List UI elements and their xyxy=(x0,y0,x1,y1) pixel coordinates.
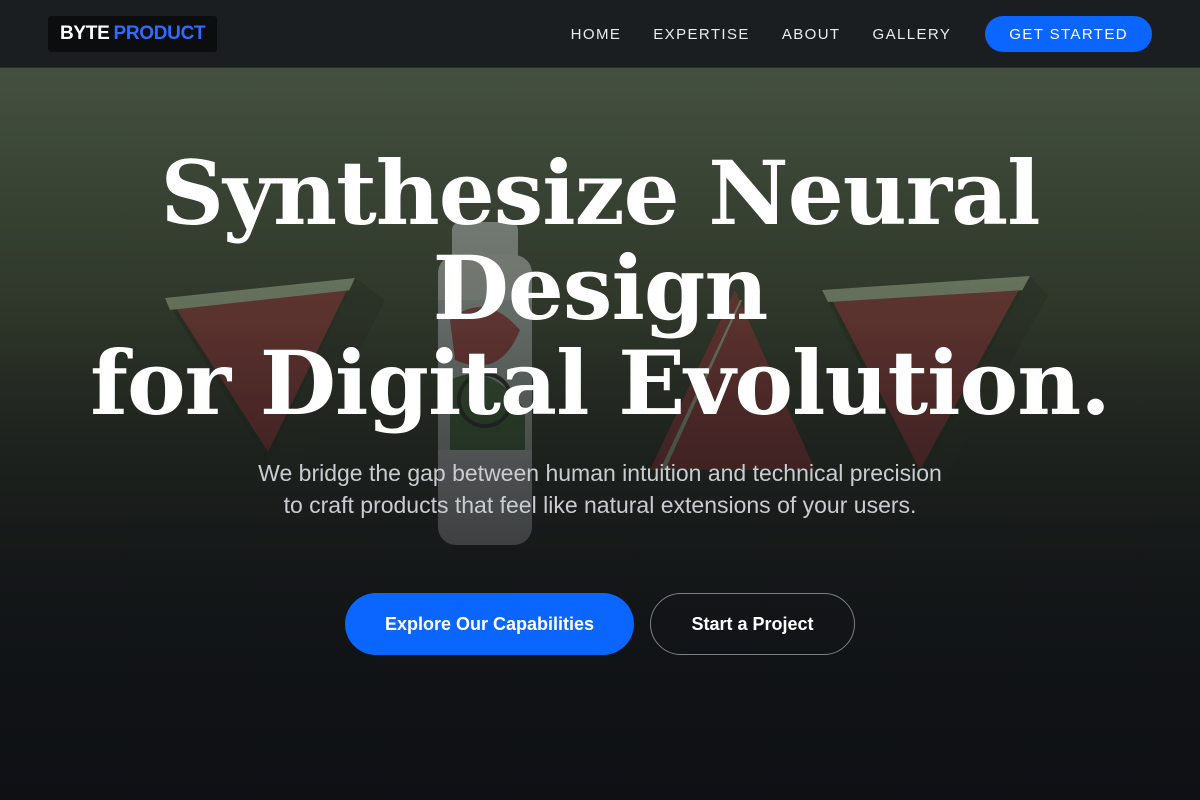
nav-link-about[interactable]: ABOUT xyxy=(782,26,841,43)
get-started-button[interactable]: GET STARTED xyxy=(985,16,1152,52)
nav-link-home[interactable]: HOME xyxy=(571,26,622,43)
start-project-button[interactable]: Start a Project xyxy=(650,593,855,655)
hero-title-line-1: Synthesize Neural xyxy=(160,141,1040,245)
landing-page: BYTE PRODUCT HOME EXPERTISE ABOUT GALLER… xyxy=(0,0,1200,800)
hero-subtitle: We bridge the gap between human intuitio… xyxy=(258,460,942,518)
site-header: BYTE PRODUCT HOME EXPERTISE ABOUT GALLER… xyxy=(0,0,1200,68)
nav-link-expertise[interactable]: EXPERTISE xyxy=(653,26,750,43)
hero-title-line-3: for Digital Evolution. xyxy=(90,331,1111,435)
main-nav: HOME EXPERTISE ABOUT GALLERY GET STARTED xyxy=(571,16,1152,52)
logo[interactable]: BYTE PRODUCT xyxy=(48,16,218,52)
logo-primary-text: BYTE xyxy=(60,23,110,44)
logo-accent-text: PRODUCT xyxy=(113,23,206,44)
explore-capabilities-button[interactable]: Explore Our Capabilities xyxy=(345,593,634,655)
hero-title: Synthesize Neural Design for Digital Evo… xyxy=(0,146,1200,431)
nav-link-gallery[interactable]: GALLERY xyxy=(873,26,952,43)
hero-title-line-2: Design xyxy=(432,236,769,340)
